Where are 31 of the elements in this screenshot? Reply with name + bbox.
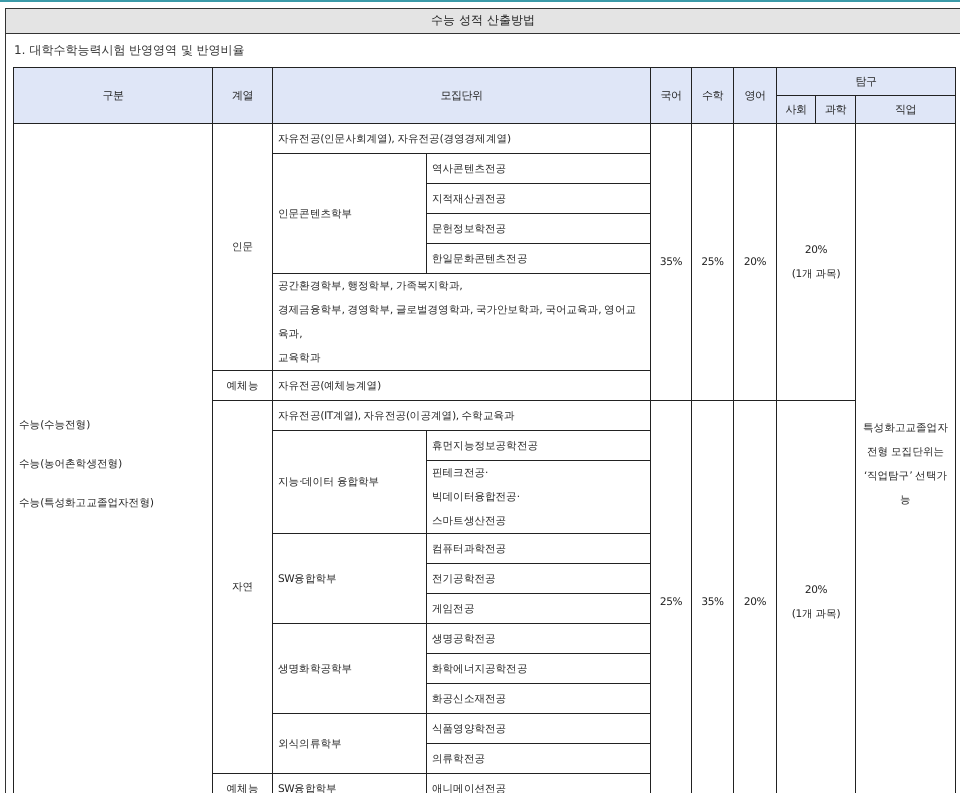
header-cell: 국어 <box>650 68 692 124</box>
header-cell: 계열 <box>212 68 272 124</box>
header-cell: 탐구 <box>776 68 956 96</box>
table-cell: SW융합학부 <box>272 534 426 624</box>
header-cell: 영어 <box>734 68 776 124</box>
table-cell: 20% (1개 과목) <box>776 124 856 400</box>
header-cell: 모집단위 <box>272 68 650 124</box>
page-title: 수능 성적 산출방법 <box>6 9 960 34</box>
table-cell: 25% <box>650 400 692 793</box>
category-label: 수능(특성화고교졸업자전형) <box>19 496 155 510</box>
header-cell: 과학 <box>816 96 856 124</box>
table-cell: 지능·데이터 융합학부 <box>272 430 426 534</box>
section-heading: 1. 대학수학능력시험 반영영역 및 반영비율 <box>13 42 246 59</box>
table-cell: 인문콘텐츠학부 <box>272 154 426 274</box>
table-cell: 생명화학공학부 <box>272 624 426 714</box>
category-label: 수능(수능전형) <box>19 418 91 432</box>
table-cell: 자유전공(인문사회계열), 자유전공(경영경제계열) <box>272 124 650 154</box>
header-cell: 직업 <box>856 96 956 124</box>
table-cell: 자연 <box>212 400 272 774</box>
category-label: 수능(농어촌학생전형) <box>19 456 123 472</box>
header-cell: 수학 <box>692 68 734 124</box>
table-cell: 인문 <box>212 124 272 370</box>
table-cell: 자유전공(IT계열), 자유전공(이공계열), 수학교육과 <box>272 400 650 430</box>
table-cell: 25% <box>692 124 734 400</box>
header-cell: 사회 <box>776 96 816 124</box>
table-cell: 외식의류학부 <box>272 714 426 774</box>
table-cell: 20% <box>734 124 776 400</box>
table-cell: 예체능 <box>212 370 272 400</box>
header-cell: 구분 <box>14 68 212 124</box>
table-cell: 특성화고교졸업자전형 모집단위는 ‘직업탐구’ 선택가능 <box>856 124 956 793</box>
table-cell: 35% <box>650 124 692 400</box>
